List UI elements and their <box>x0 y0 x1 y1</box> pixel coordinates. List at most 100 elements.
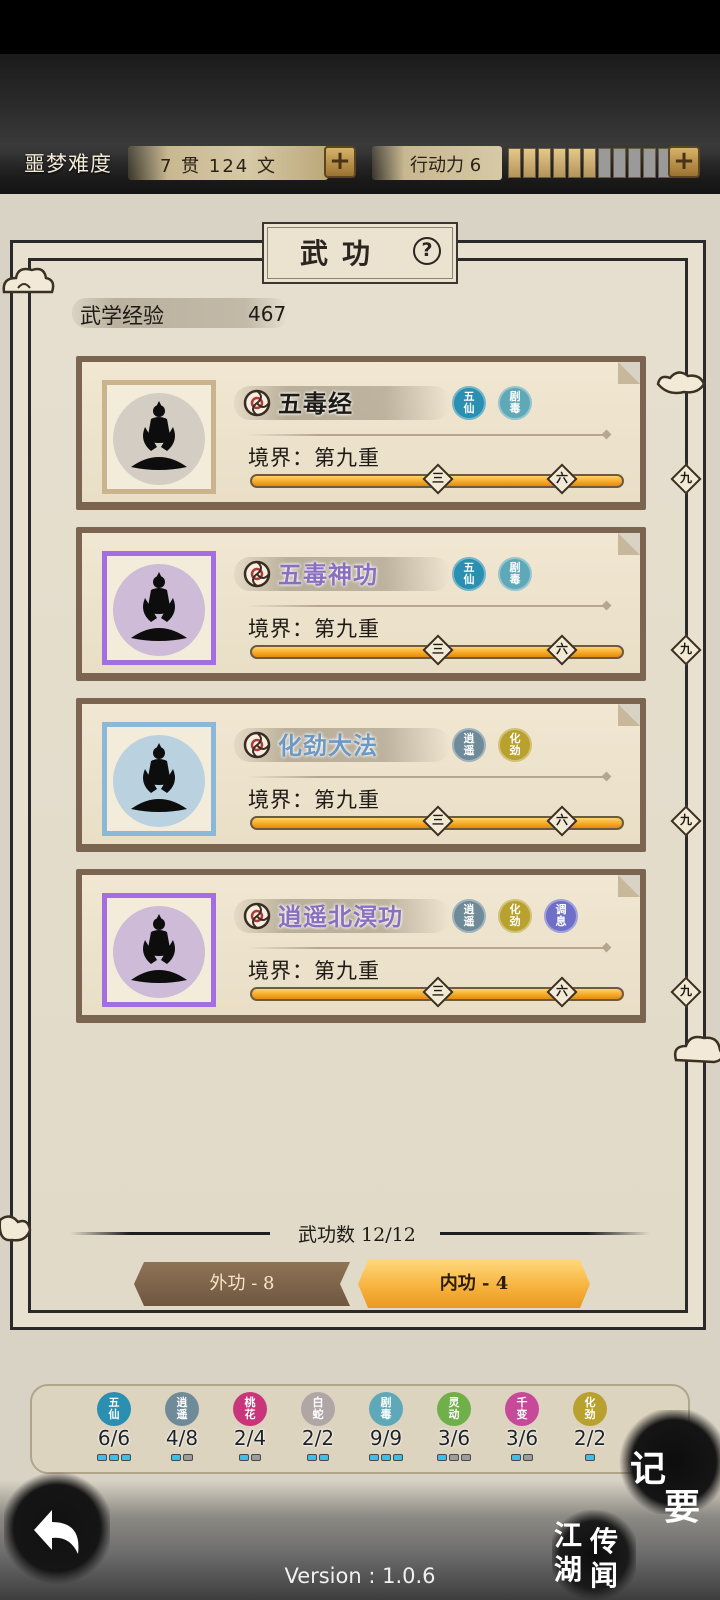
skill-card-body: 五毒经 五 仙五仙剧 毒剧毒境界：第九重三 六 九 <box>82 362 702 502</box>
exp-value: 467 <box>248 302 287 326</box>
school-badge-icon: 调 息调息 <box>544 899 578 933</box>
realm-tick-label: 六 <box>555 813 568 827</box>
school-count: 3/6 <box>437 1426 471 1450</box>
school-badge-icon: 剧 毒剧毒 <box>498 557 532 591</box>
school-progress-item[interactable]: 白 蛇白蛇2/2 <box>288 1392 348 1472</box>
skill-name: 化劲大法 <box>278 731 378 760</box>
school-progress-item[interactable]: 逍 遥逍遥4/8 <box>152 1392 212 1472</box>
stamina-cell <box>643 148 656 178</box>
meditating-figure-icon <box>109 387 209 487</box>
skill-card[interactable]: 五毒神功 五 仙五仙剧 毒剧毒境界：第九重三 六 九 <box>76 527 702 681</box>
school-pips <box>288 1454 348 1461</box>
card-fold-corner <box>618 875 640 897</box>
school-count: 4/8 <box>165 1426 199 1450</box>
school-badge-icon: 五 仙五仙 <box>97 1392 131 1426</box>
school-pip <box>251 1454 261 1461</box>
card-divider <box>246 434 606 436</box>
realm-tick-label: 九 <box>679 813 692 827</box>
school-badge-icon: 五 仙五仙 <box>452 386 486 420</box>
school-pips <box>152 1454 212 1461</box>
add-stamina-button[interactable]: + <box>668 146 700 178</box>
skill-count: 武功数 12/12 <box>298 1224 416 1246</box>
skill-type-swirl-icon <box>243 389 271 417</box>
card-fold-corner <box>618 362 640 384</box>
school-badge-icon: 千 变千变 <box>505 1392 539 1426</box>
school-pip <box>523 1454 533 1461</box>
skill-card[interactable]: 化劲大法 逍 遥逍遥化 劲化劲境界：第九重三 六 九 <box>76 698 702 852</box>
school-pip <box>171 1454 181 1461</box>
card-divider <box>246 776 606 778</box>
school-pip <box>511 1454 521 1461</box>
school-pip <box>369 1454 379 1461</box>
stamina-cell <box>523 148 536 178</box>
school-pip <box>393 1454 403 1461</box>
skill-portrait <box>102 380 216 494</box>
tab-outer-skills[interactable]: 外功 - 8 <box>134 1262 350 1306</box>
realm-tick-label: 三 <box>431 471 444 485</box>
skill-name: 五毒神功 <box>278 560 378 589</box>
divider-line <box>70 1232 270 1235</box>
card-fold-corner <box>618 533 640 555</box>
difficulty-label: 噩梦难度 <box>24 152 112 176</box>
skill-card[interactable]: 逍遥北溟功 逍 遥逍遥化 劲化劲调 息调息境界：第九重三 六 九 <box>76 869 702 1023</box>
help-icon[interactable]: ? <box>413 237 441 265</box>
school-count: 3/6 <box>505 1426 539 1450</box>
school-pips <box>84 1454 144 1461</box>
school-count: 9/9 <box>369 1426 403 1450</box>
skill-card[interactable]: 五毒经 五 仙五仙剧 毒剧毒境界：第九重三 六 九 <box>76 356 702 510</box>
school-badge-icon: 逍 遥逍遥 <box>165 1392 199 1426</box>
school-pip <box>109 1454 119 1461</box>
notes-label-char: 记 <box>630 1448 667 1490</box>
realm-tick-label: 九 <box>679 984 692 998</box>
divider-line <box>440 1232 650 1235</box>
school-badge-icon: 化 劲化劲 <box>498 899 532 933</box>
cloud-ornament-icon <box>0 1215 32 1242</box>
school-pip <box>121 1454 131 1461</box>
skill-type-swirl-icon <box>243 731 271 759</box>
realm-tick-label: 六 <box>555 984 568 998</box>
school-progress-item[interactable]: 化 劲化劲2/2 <box>560 1392 620 1472</box>
add-money-button[interactable]: + <box>324 146 356 178</box>
school-badge-icon: 剧 毒剧毒 <box>498 386 532 420</box>
school-pips <box>492 1454 552 1461</box>
stamina-cell <box>538 148 551 178</box>
school-pip <box>585 1454 595 1461</box>
cloud-ornament-icon <box>656 371 706 395</box>
status-bar <box>0 0 720 54</box>
stamina-meter <box>508 148 671 178</box>
skill-portrait <box>102 722 216 836</box>
school-badge-icon: 白 蛇白蛇 <box>301 1392 335 1426</box>
school-pips <box>220 1454 280 1461</box>
stamina-cell <box>598 148 611 178</box>
school-pips <box>424 1454 484 1461</box>
skill-realm: 境界：第九重 <box>248 617 380 641</box>
school-pip <box>461 1454 471 1461</box>
stamina-cell <box>508 148 521 178</box>
school-pip <box>381 1454 391 1461</box>
realm-tick-label: 三 <box>431 813 444 827</box>
school-progress-item[interactable]: 灵 动灵动3/6 <box>424 1392 484 1472</box>
school-count: 2/2 <box>573 1426 607 1450</box>
version-text: Version : 1.0.6 <box>284 1564 436 1588</box>
skill-name: 逍遥北溟功 <box>278 902 403 931</box>
school-progress-item[interactable]: 桃 花桃花2/4 <box>220 1392 280 1472</box>
skill-card-body: 逍遥北溟功 逍 遥逍遥化 劲化劲调 息调息境界：第九重三 六 九 <box>82 875 702 1015</box>
card-divider <box>246 605 606 607</box>
school-progress-item[interactable]: 千 变千变3/6 <box>492 1392 552 1472</box>
skill-portrait <box>102 893 216 1007</box>
school-badge-icon: 化 劲化劲 <box>573 1392 607 1426</box>
stamina-cell <box>568 148 581 178</box>
school-badge-icon: 剧 毒剧毒 <box>369 1392 403 1426</box>
school-progress-item[interactable]: 五 仙五仙6/6 <box>84 1392 144 1472</box>
realm-tick-label: 六 <box>555 471 568 485</box>
tab-inner-skills[interactable]: 内功 - 4 <box>358 1260 590 1308</box>
stamina-cell <box>553 148 566 178</box>
stamina-cell <box>628 148 641 178</box>
school-count: 6/6 <box>97 1426 131 1450</box>
school-progress-item[interactable]: 剧 毒剧毒9/9 <box>356 1392 416 1472</box>
skill-realm: 境界：第九重 <box>248 446 380 470</box>
card-fold-corner <box>618 704 640 726</box>
skill-name: 五毒经 <box>278 389 353 418</box>
meditating-figure-icon <box>109 900 209 1000</box>
cloud-ornament-icon <box>673 1035 720 1064</box>
